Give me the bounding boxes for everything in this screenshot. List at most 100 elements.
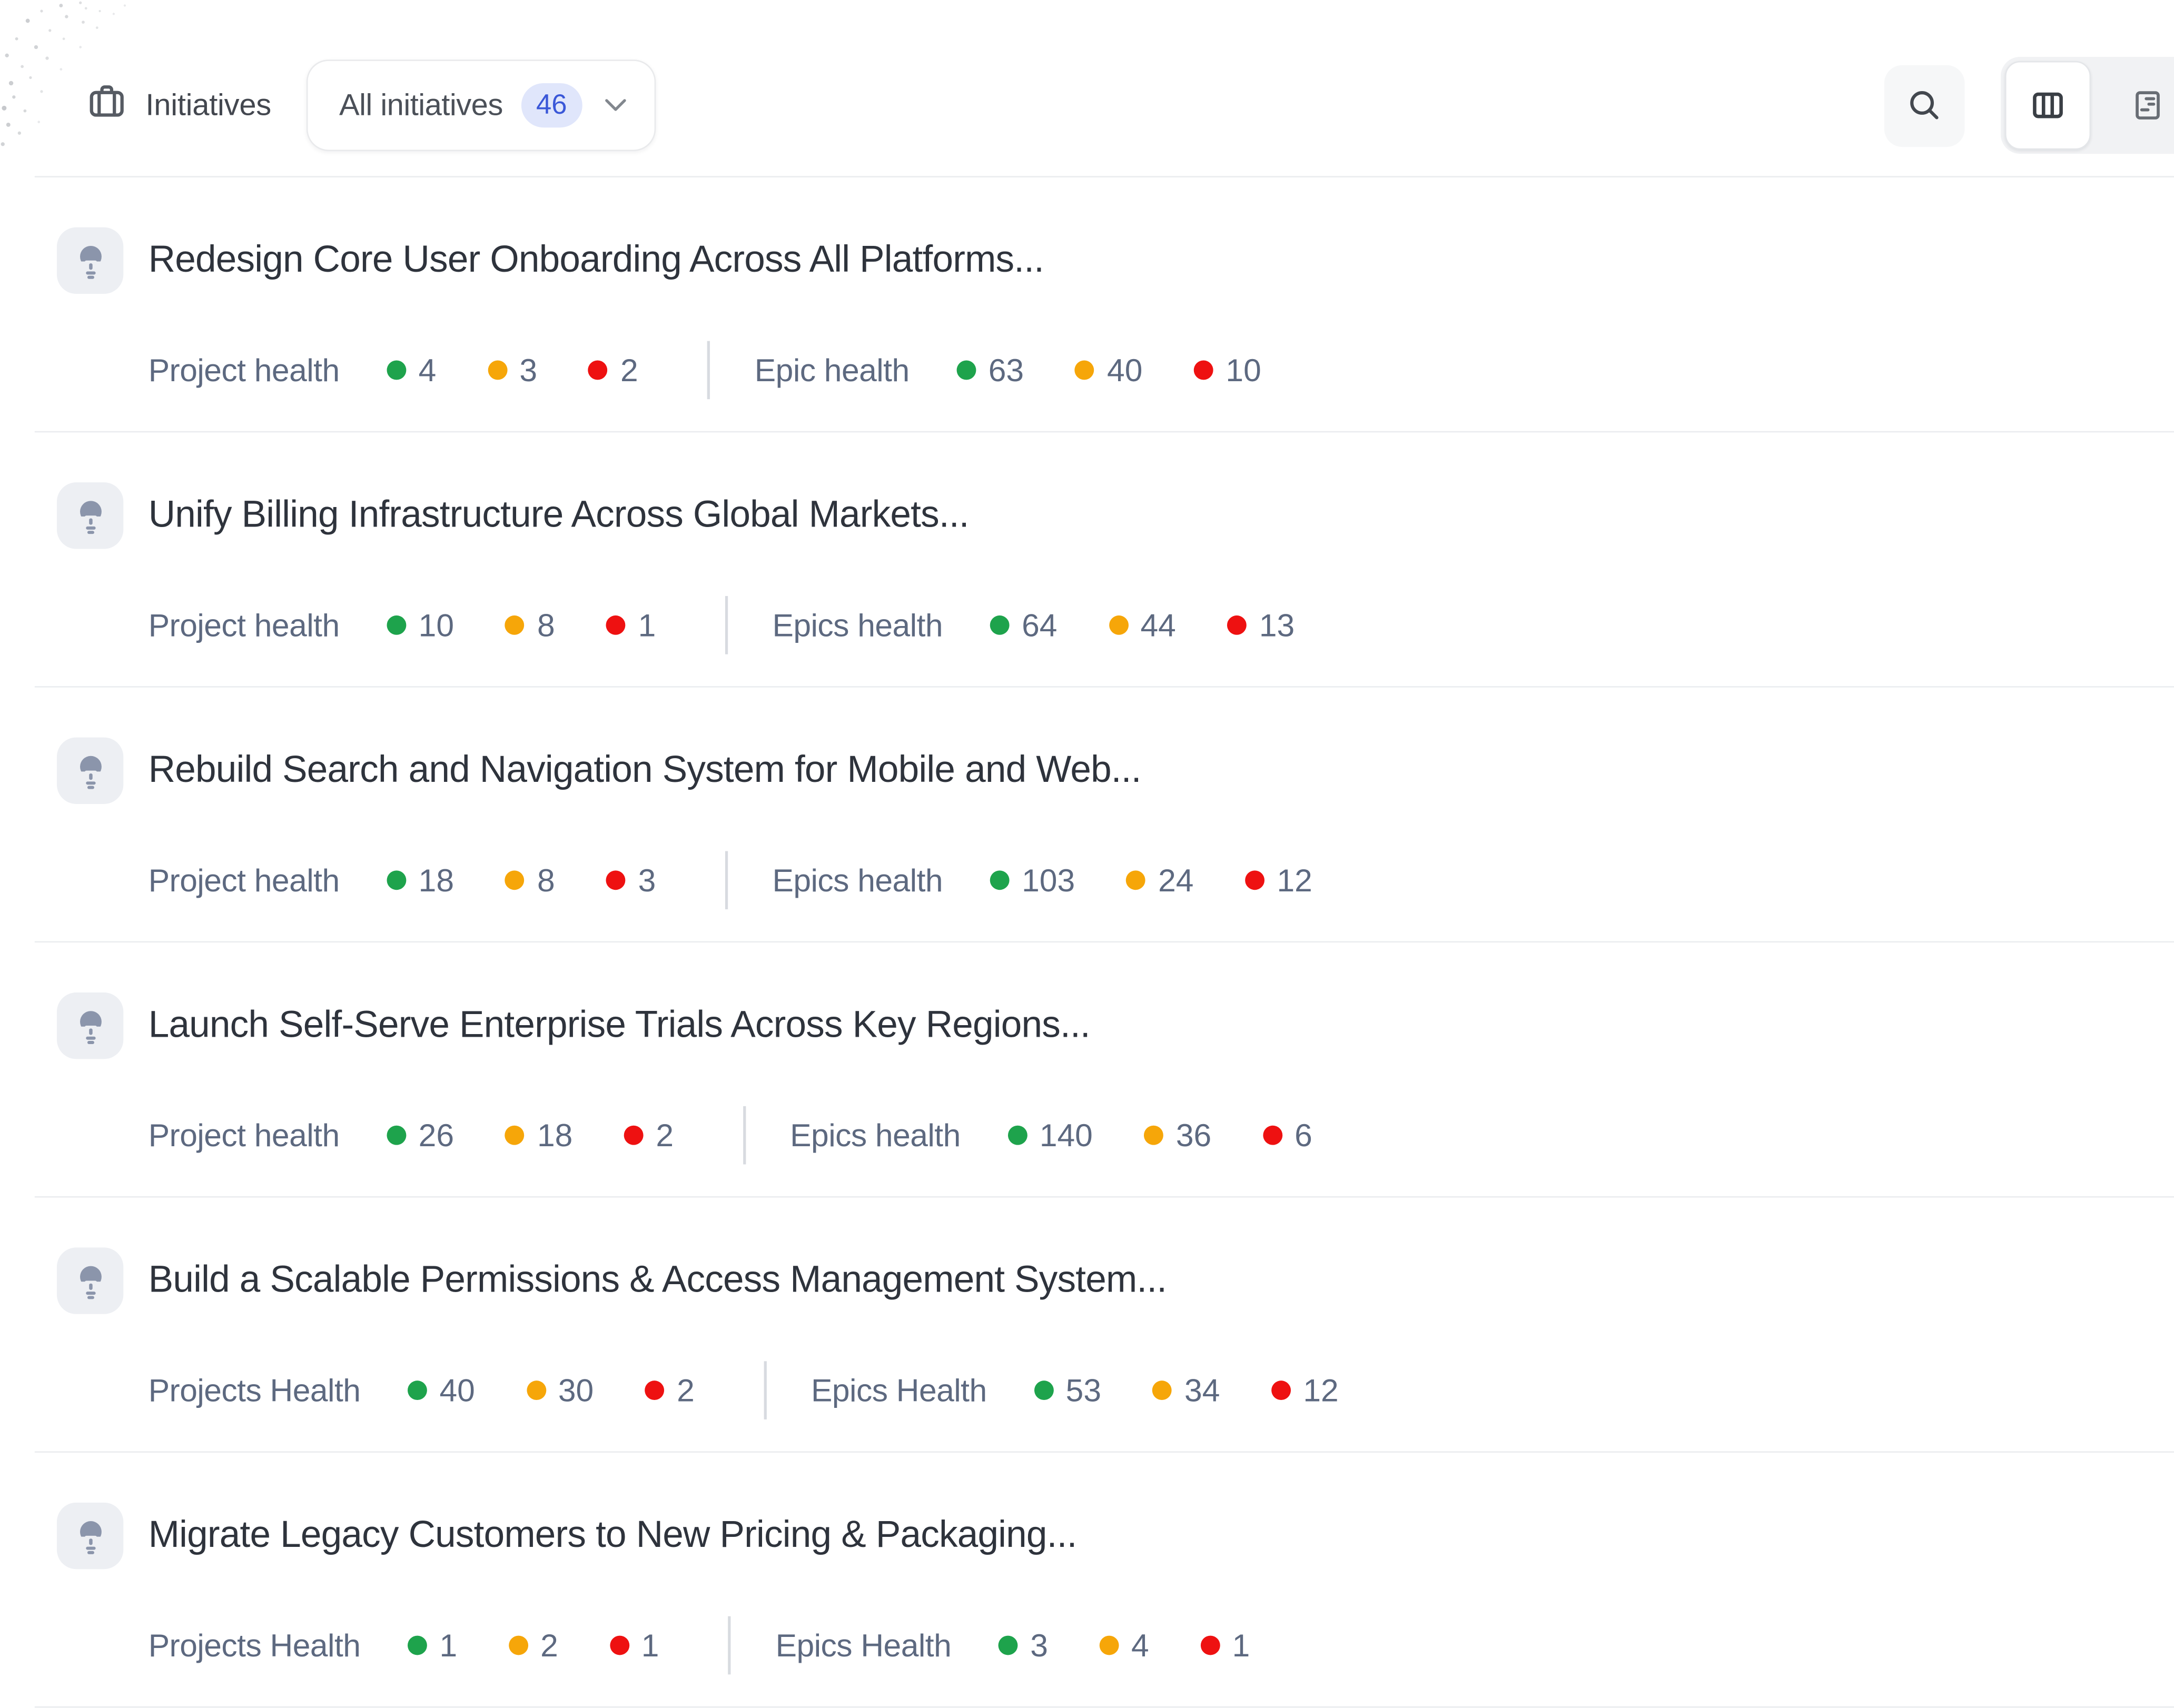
orange-dot [505,615,525,635]
health-count: 44 [1140,607,1175,644]
health-stats: Projects Health 40 30 2 Epics Health 53 … [149,1361,2174,1419]
health-stat: 12 [1245,861,1312,899]
green-dot [408,1381,427,1400]
initiatives-filter-dropdown[interactable]: All initiatives 46 [306,59,656,151]
health-stat: 140 [1007,1117,1093,1154]
health-stat: 10 [1194,351,1261,389]
lightbulb-icon [57,1503,123,1569]
epic-health-label: Epics health [772,607,943,644]
health-count: 2 [620,351,638,389]
health-count: 13 [1259,607,1294,644]
health-stat: 8 [505,607,555,644]
health-count: 140 [1040,1117,1093,1154]
orange-dot [1152,1381,1172,1400]
initiative-row[interactable]: Unify Billing Infrastructure Across Glob… [0,432,2174,685]
health-count: 36 [1176,1117,1211,1154]
filter-count-badge: 46 [521,83,582,127]
epic-health-label: Epics Health [811,1372,987,1409]
list-view-button[interactable] [2091,61,2174,150]
health-count: 53 [1066,1372,1101,1409]
health-count: 8 [537,607,555,644]
health-stat: 12 [1271,1372,1339,1409]
health-count: 2 [656,1117,674,1154]
columns-icon [2030,87,2066,123]
health-count: 6 [1294,1117,1312,1154]
initiative-row[interactable]: Redesign Core User Onboarding Across All… [0,177,2174,430]
red-dot [624,1126,644,1145]
board-view-button[interactable] [2005,61,2091,150]
health-stats: Project health 4 3 2 Epic health 63 40 1… [149,341,2174,400]
orange-dot [505,870,525,890]
orange-dot [1075,361,1094,380]
health-count: 1 [439,1626,457,1664]
epic-health-label: Epic health [755,351,910,389]
green-dot [990,615,1010,635]
health-count: 2 [677,1372,695,1409]
health-stat: 44 [1109,607,1176,644]
health-count: 1 [641,1626,659,1664]
green-dot [1007,1126,1027,1145]
chevron-down-icon [605,98,627,112]
health-count: 34 [1184,1372,1220,1409]
green-dot [387,870,406,890]
health-stat: 30 [526,1372,594,1409]
stats-divider [728,1616,731,1675]
health-count: 1 [1232,1626,1250,1664]
search-button[interactable] [1884,64,1965,146]
red-dot [1194,361,1213,380]
initiative-row[interactable]: Migrate Legacy Customers to New Pricing … [0,1453,2174,1705]
health-stat: 40 [1075,351,1142,389]
health-stat: 2 [645,1372,695,1409]
health-count: 18 [537,1117,572,1154]
lightbulb-icon [57,738,123,804]
toolbar-actions [1884,57,2174,154]
list-icon [2130,87,2166,123]
page-title: Initiatives [145,87,271,123]
health-stat: 18 [387,861,454,899]
red-dot [1227,615,1247,635]
view-switcher [2001,57,2174,154]
health-stat: 1 [606,607,656,644]
orange-dot [1144,1126,1163,1145]
search-icon [1905,86,1944,125]
green-dot [387,361,406,380]
initiative-row[interactable]: Launch Self-Serve Enterprise Trials Acro… [0,942,2174,1195]
initiative-row[interactable]: Build a Scalable Permissions & Access Ma… [0,1198,2174,1451]
health-count: 18 [419,861,454,899]
orange-dot [488,361,507,380]
health-count: 26 [419,1117,454,1154]
initiative-title: Migrate Legacy Customers to New Pricing … [149,1513,1077,1560]
red-dot [1271,1381,1291,1400]
health-stat: 3 [488,351,537,389]
initiative-row-head: Redesign Core User Onboarding Across All… [57,227,2174,294]
red-dot [606,615,626,635]
green-dot [990,870,1010,890]
red-dot [609,1636,629,1655]
lightbulb-icon [57,482,123,549]
green-dot [956,361,976,380]
health-count: 3 [1030,1626,1048,1664]
green-dot [387,615,406,635]
health-count: 64 [1022,607,1057,644]
orange-dot [509,1636,528,1655]
project-health-label: Projects Health [149,1372,361,1409]
lightbulb-icon [57,1247,123,1314]
health-stat: 2 [509,1626,558,1664]
orange-dot [526,1381,546,1400]
health-stat: 40 [408,1372,475,1409]
initiative-row-head: Rebuild Search and Navigation System for… [57,738,2174,804]
health-count: 40 [439,1372,475,1409]
health-stat: 4 [1099,1626,1149,1664]
red-dot [588,361,608,380]
health-count: 63 [989,351,1024,389]
project-health-label: Projects Health [149,1626,361,1664]
stats-divider [707,341,710,400]
red-dot [1245,870,1264,890]
health-count: 10 [419,607,454,644]
health-count: 3 [638,861,656,899]
initiative-row[interactable]: Rebuild Search and Navigation System for… [0,688,2174,940]
initiative-title: Unify Billing Infrastructure Across Glob… [149,492,969,539]
health-stat: 24 [1126,861,1194,899]
epic-health-label: Epics Health [776,1626,952,1664]
health-count: 4 [1131,1626,1149,1664]
